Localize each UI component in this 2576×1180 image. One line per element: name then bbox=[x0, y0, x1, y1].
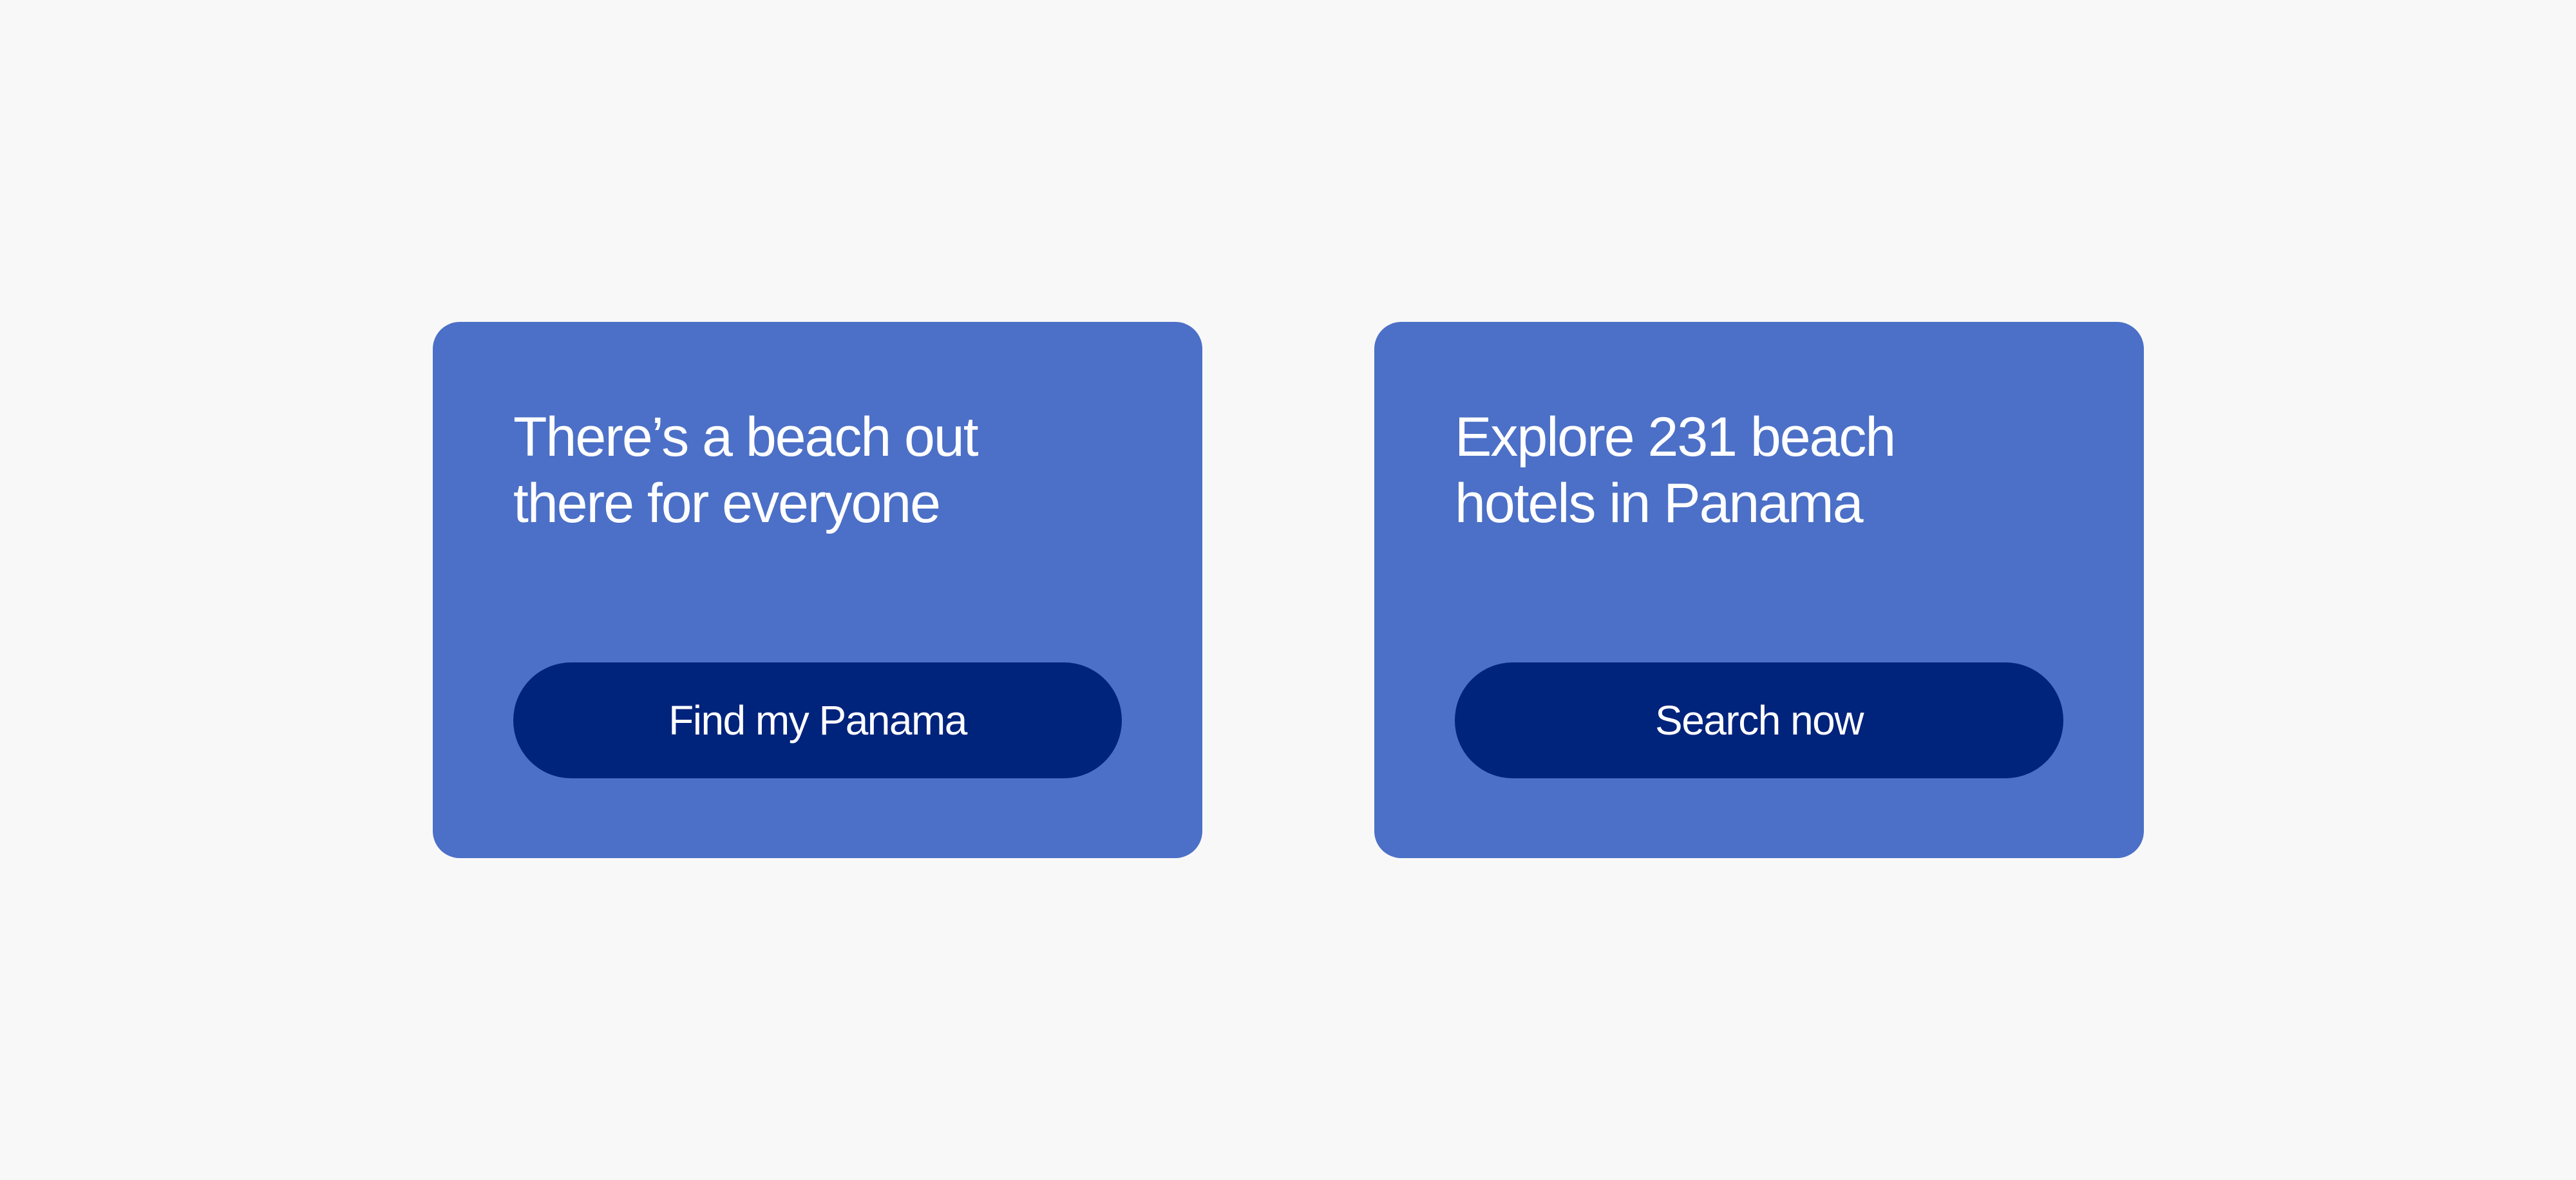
button-label: Find my Panama bbox=[668, 697, 967, 744]
card-heading-line-1: There’s a beach out bbox=[513, 406, 979, 468]
button-label: Search now bbox=[1655, 697, 1864, 744]
card-heading-line-2: hotels in Panama bbox=[1455, 473, 1864, 534]
find-my-panama-button[interactable]: Find my Panama bbox=[513, 662, 1122, 778]
card-heading: There’s a beach out there for everyone bbox=[513, 404, 1093, 537]
promo-card-beach: There’s a beach out there for everyone Fi… bbox=[433, 322, 1202, 858]
search-now-button[interactable]: Search now bbox=[1455, 662, 2063, 778]
card-heading: Explore 231 beach hotels in Panama bbox=[1455, 404, 2034, 537]
card-heading-line-2: there for everyone bbox=[513, 473, 941, 534]
promo-card-hotels: Explore 231 beach hotels in Panama Search… bbox=[1374, 322, 2144, 858]
card-heading-line-1: Explore 231 beach bbox=[1455, 406, 1896, 468]
